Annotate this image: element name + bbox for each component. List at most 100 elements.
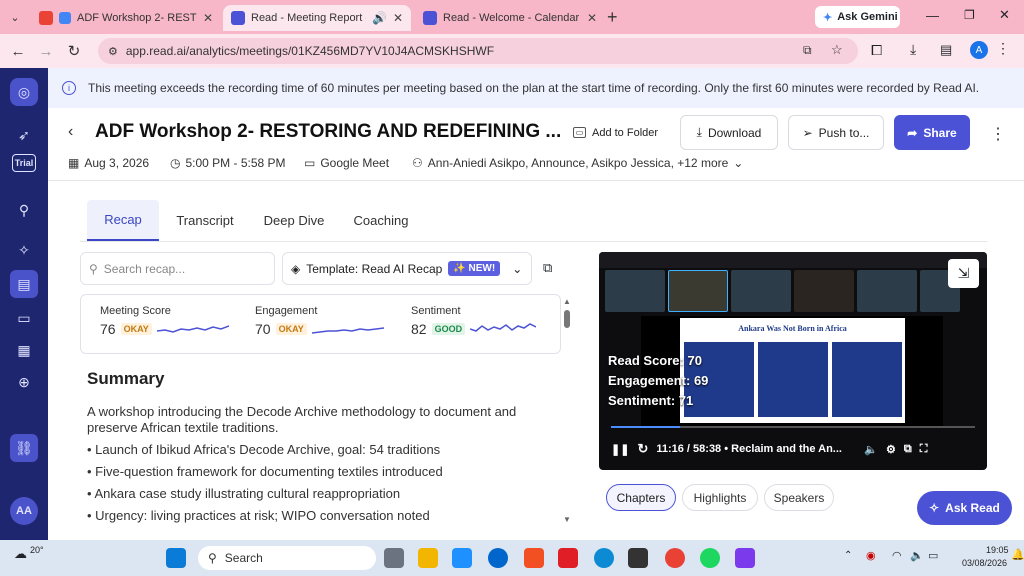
- pause-icon[interactable]: ❚❚: [611, 443, 629, 456]
- page-title: ADF Workshop 2- RESTORING AND REDEFINING…: [95, 121, 562, 142]
- close-tab-icon[interactable]: ✕: [203, 11, 213, 25]
- tab-coaching[interactable]: Coaching: [342, 200, 420, 241]
- address-bar[interactable]: ⚙ app.read.ai/analytics/meetings/01KZ456…: [98, 38, 858, 64]
- summary-bullet: • Urgency: living practices at risk; WIP…: [87, 508, 430, 523]
- search-icon: ⚲: [89, 261, 98, 276]
- user-avatar[interactable]: AA: [10, 497, 38, 525]
- gaming-icon[interactable]: [628, 548, 648, 568]
- tab-recap[interactable]: Recap: [87, 200, 159, 241]
- close-window-icon[interactable]: ✕: [999, 7, 1010, 23]
- status-badge: GOOD: [431, 323, 466, 335]
- add-user-icon[interactable]: ⚲: [10, 196, 38, 224]
- download-icon: ⤓: [696, 125, 702, 139]
- browser-tab-3[interactable]: Read - Welcome - Calendar ✕: [415, 5, 605, 31]
- tab-chapters[interactable]: Chapters: [606, 484, 676, 511]
- audio-icon[interactable]: 🔊: [372, 11, 387, 25]
- edge-icon[interactable]: [594, 548, 614, 568]
- ask-read-button[interactable]: ✧ Ask Read: [917, 491, 1012, 525]
- reports-icon[interactable]: ▤: [10, 270, 38, 298]
- file-explorer-icon[interactable]: [418, 548, 438, 568]
- share-button[interactable]: ➦ Share: [894, 115, 970, 150]
- overlay-sentiment: Sentiment: 71: [608, 393, 694, 408]
- task-view-icon[interactable]: [384, 548, 404, 568]
- microsoft-icon[interactable]: [524, 548, 544, 568]
- bookmark-star-icon[interactable]: ☆: [831, 42, 843, 58]
- site-info-icon[interactable]: ⚙: [108, 45, 118, 58]
- install-app-icon[interactable]: ⧉: [803, 43, 812, 58]
- folder-icon[interactable]: ▭: [10, 304, 38, 332]
- close-tab-icon[interactable]: ✕: [587, 11, 597, 25]
- back-icon[interactable]: ←: [4, 37, 32, 65]
- tab-highlights[interactable]: Highlights: [682, 484, 758, 511]
- start-icon[interactable]: [166, 548, 186, 568]
- video-camera-icon: ▭: [304, 156, 316, 170]
- browser-tab-1[interactable]: ADF Workshop 2- RESTORING ✕: [31, 5, 221, 31]
- wifi-icon[interactable]: ◠: [892, 549, 902, 562]
- volume-icon[interactable]: 🔈: [864, 443, 878, 456]
- scroll-up-icon[interactable]: ▲: [563, 297, 571, 307]
- summary-bullet: • Ankara case study illustrating cultura…: [87, 486, 401, 501]
- settings-icon[interactable]: ⚙: [886, 443, 896, 456]
- extensions-icon[interactable]: ⧠: [871, 42, 882, 59]
- speaker-icon[interactable]: 🔈: [910, 549, 924, 562]
- search-recap-input[interactable]: ⚲ Search recap...: [80, 252, 275, 285]
- clock-time: 19:05: [986, 545, 1009, 555]
- spotify-icon[interactable]: [700, 548, 720, 568]
- downloads-icon[interactable]: ⤓: [910, 41, 916, 58]
- collapse-icon[interactable]: ⇲: [948, 259, 979, 288]
- ask-gemini-button[interactable]: ✦ Ask Gemini: [815, 6, 900, 28]
- sparkle-icon[interactable]: ✧: [10, 236, 38, 264]
- back-arrow-icon[interactable]: ‹: [68, 123, 73, 141]
- notifications-icon[interactable]: 🔔: [1011, 548, 1024, 561]
- browser-tab-2[interactable]: Read - Meeting Report - Re 🔊 ✕: [223, 5, 411, 31]
- tab-transcript[interactable]: Transcript: [165, 200, 245, 241]
- store-icon[interactable]: [452, 548, 472, 568]
- browser-menu-icon[interactable]: ⋮: [996, 40, 1010, 57]
- forward-icon[interactable]: →: [32, 37, 60, 65]
- trial-badge[interactable]: Trial: [12, 154, 36, 172]
- template-selector[interactable]: ◈ Template: Read AI Recap ✨ NEW! ⌄: [282, 252, 532, 285]
- replay-icon[interactable]: ↻: [637, 441, 648, 457]
- reload-icon[interactable]: ↻: [60, 37, 88, 65]
- left-sidebar: ◎ ➶ Trial ⚲ ✧ ▤ ▭ ▦ ⊕ ⛓ AA: [0, 68, 48, 540]
- docs-icon: [59, 12, 71, 24]
- engagement-sparkline: [311, 327, 384, 334]
- antivirus-icon[interactable]: ◉: [866, 549, 876, 562]
- new-tab-icon[interactable]: +: [607, 7, 618, 28]
- search-nav-icon[interactable]: ⊕: [10, 368, 38, 396]
- download-button[interactable]: ⤓ Download: [680, 115, 778, 150]
- more-options-icon[interactable]: ⋮: [990, 124, 1006, 144]
- weather-icon[interactable]: ☁: [14, 546, 27, 562]
- info-icon: i: [62, 81, 76, 95]
- tab-list-chevron-icon[interactable]: ⌄: [6, 9, 24, 25]
- reading-list-icon[interactable]: ▤: [940, 42, 952, 58]
- close-tab-icon[interactable]: ✕: [393, 11, 403, 25]
- miniplayer-icon[interactable]: ⧉: [904, 443, 912, 456]
- scrollbar-thumb[interactable]: [564, 310, 570, 328]
- copy-icon[interactable]: ⧉: [543, 260, 552, 276]
- wps-icon[interactable]: [558, 548, 578, 568]
- tab-speakers[interactable]: Speakers: [764, 484, 834, 511]
- tab-deep-dive[interactable]: Deep Dive: [254, 200, 334, 241]
- read-ai-logo-icon[interactable]: ◎: [10, 78, 38, 106]
- app-icon[interactable]: [735, 548, 755, 568]
- hp-icon[interactable]: [488, 548, 508, 568]
- rocket-icon[interactable]: ➶: [10, 121, 38, 149]
- chrome-icon[interactable]: [665, 548, 685, 568]
- profile-avatar[interactable]: A: [970, 41, 988, 59]
- tray-chevron-icon[interactable]: ⌃: [844, 550, 852, 561]
- integrations-icon[interactable]: ⛓: [10, 434, 38, 462]
- battery-icon[interactable]: ▭: [928, 549, 938, 562]
- participants-dropdown[interactable]: ⚇ Ann-Aniedi Asikpo, Announce, Asikpo Je…: [412, 156, 743, 170]
- calendar-icon[interactable]: ▦: [10, 336, 38, 364]
- scroll-down-icon[interactable]: ▼: [563, 515, 571, 525]
- clock-date: 03/08/2026: [962, 558, 1008, 568]
- minimize-icon[interactable]: —: [926, 8, 939, 23]
- fullscreen-icon[interactable]: ⛶: [920, 443, 928, 456]
- tabs-divider: [80, 241, 987, 242]
- add-to-folder-button[interactable]: ▭ Add to Folder: [573, 115, 665, 150]
- taskbar-search[interactable]: ⚲ Search: [198, 546, 376, 570]
- push-to-button[interactable]: ➢ Push to...: [788, 115, 884, 150]
- restore-icon[interactable]: ❐: [964, 8, 975, 22]
- participant-tile: [668, 270, 728, 312]
